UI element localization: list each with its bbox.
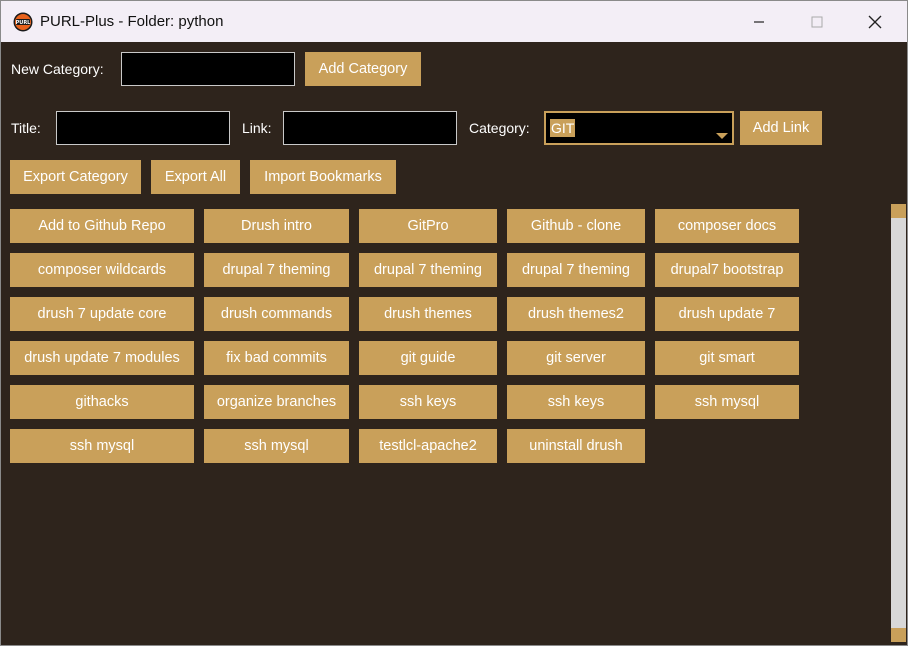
bookmark-button[interactable]: Drush intro	[204, 209, 349, 243]
bookmark-button[interactable]: ssh mysql	[204, 429, 349, 463]
bookmark-button[interactable]: git server	[507, 341, 645, 375]
bookmark-button[interactable]: git smart	[655, 341, 799, 375]
bookmark-button[interactable]: GitPro	[359, 209, 497, 243]
bookmark-button[interactable]: drush commands	[204, 297, 349, 331]
category-selected-value: GIT	[550, 119, 576, 137]
bookmark-button[interactable]: Github - clone	[507, 209, 645, 243]
bookmark-button[interactable]: Add to Github Repo	[10, 209, 194, 243]
bookmark-button[interactable]: fix bad commits	[204, 341, 349, 375]
maximize-button[interactable]	[788, 1, 846, 42]
bookmark-button[interactable]: ssh keys	[359, 385, 497, 419]
bookmark-button[interactable]: drupal 7 theming	[359, 253, 497, 287]
bookmark-button[interactable]: ssh mysql	[10, 429, 194, 463]
add-category-button[interactable]: Add Category	[305, 52, 421, 86]
bookmark-button[interactable]: organize branches	[204, 385, 349, 419]
vertical-scrollbar[interactable]	[891, 204, 906, 642]
import-bookmarks-button[interactable]: Import Bookmarks	[250, 160, 396, 194]
bookmark-button[interactable]: drupal 7 theming	[507, 253, 645, 287]
close-button[interactable]	[846, 1, 904, 42]
bookmark-button[interactable]: ssh mysql	[655, 385, 799, 419]
bookmark-button[interactable]: composer wildcards	[10, 253, 194, 287]
maximize-icon	[811, 16, 823, 27]
app-logo-icon: PURL	[13, 12, 33, 32]
close-icon	[868, 15, 882, 28]
bookmark-button[interactable]: testlcl-apache2	[359, 429, 497, 463]
bookmark-button[interactable]: drupal 7 theming	[204, 253, 349, 287]
category-select[interactable]: GIT	[544, 111, 734, 145]
svg-text:PURL: PURL	[16, 20, 32, 26]
title-bar[interactable]: PURL PURL-Plus - Folder: python	[1, 1, 907, 42]
bookmark-button[interactable]: drush update 7	[655, 297, 799, 331]
new-category-input[interactable]	[121, 52, 295, 86]
bookmark-button[interactable]: githacks	[10, 385, 194, 419]
window-title: PURL-Plus - Folder: python	[40, 13, 224, 30]
category-label: Category:	[469, 120, 530, 136]
bookmark-button[interactable]: drush themes2	[507, 297, 645, 331]
bookmark-button[interactable]: uninstall drush	[507, 429, 645, 463]
link-input[interactable]	[283, 111, 457, 145]
scroll-up-button[interactable]	[891, 204, 906, 218]
bookmark-button[interactable]: drupal7 bootstrap	[655, 253, 799, 287]
bookmark-button[interactable]: drush update 7 modules	[10, 341, 194, 375]
scroll-down-button[interactable]	[891, 628, 906, 642]
bookmark-button[interactable]: composer docs	[655, 209, 799, 243]
title-label: Title:	[11, 120, 41, 136]
chevron-down-icon[interactable]	[716, 133, 728, 139]
add-link-button[interactable]: Add Link	[740, 111, 822, 145]
export-category-button[interactable]: Export Category	[10, 160, 141, 194]
bookmark-button[interactable]: git guide	[359, 341, 497, 375]
title-input[interactable]	[56, 111, 230, 145]
bookmark-button[interactable]: ssh keys	[507, 385, 645, 419]
bookmark-button[interactable]: drush 7 update core	[10, 297, 194, 331]
bookmark-button[interactable]: drush themes	[359, 297, 497, 331]
export-all-button[interactable]: Export All	[151, 160, 240, 194]
minimize-icon	[754, 20, 764, 23]
new-category-label: New Category:	[11, 61, 104, 77]
link-label: Link:	[242, 120, 272, 136]
minimize-button[interactable]	[730, 1, 788, 42]
app-window: PURL PURL-Plus - Folder: python New Cate…	[0, 0, 908, 646]
